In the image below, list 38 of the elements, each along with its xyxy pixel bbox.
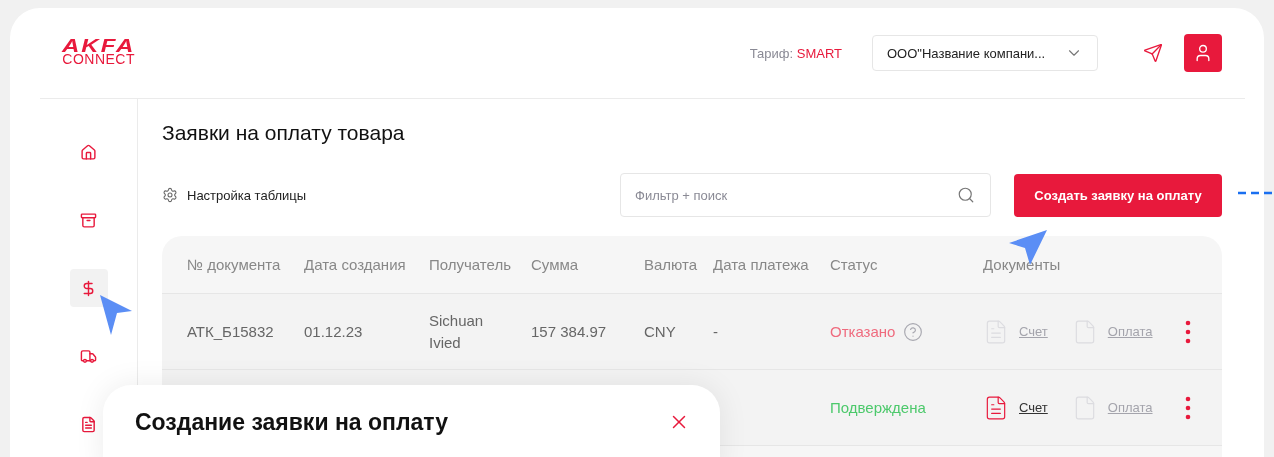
search-field[interactable]: Фильтр + поиск xyxy=(620,173,991,217)
column-header: Документы xyxy=(983,256,1062,273)
logo: AKFA CONNECT xyxy=(62,34,136,66)
column-header: Статус xyxy=(830,256,879,273)
column-header: Дата платежа xyxy=(713,256,810,273)
cursor-icon xyxy=(99,294,133,336)
column-header: Дата создания xyxy=(304,256,407,273)
truck-icon xyxy=(80,347,97,365)
document-icon xyxy=(80,415,97,433)
table-cell-text: 157 384.97 xyxy=(531,321,608,342)
column-header: Получатель xyxy=(429,256,512,273)
home-icon xyxy=(80,143,97,161)
create-request-button[interactable]: Создать заявку на оплату xyxy=(1014,173,1222,217)
modal-title: Создание заявки на оплату xyxy=(135,409,449,436)
table-cell-text: Sichuan Ivied xyxy=(429,310,485,353)
settings-icon xyxy=(162,187,178,203)
column-header: Валюта xyxy=(644,256,699,273)
company-select[interactable]: ООО"Название компани... xyxy=(872,35,1098,71)
profile-button[interactable] xyxy=(1184,34,1222,72)
more-button[interactable] xyxy=(1184,319,1191,344)
table-settings-link[interactable]: Настройка таблицы xyxy=(162,187,307,203)
column-header: Сумма xyxy=(531,256,580,273)
tariff-label: Тариф: SMART xyxy=(749,45,842,61)
document-link[interactable]: Счет xyxy=(983,394,1048,421)
dashed-connector-line xyxy=(1238,190,1274,196)
column-header: № документа xyxy=(187,256,282,273)
table-cell-text: 01.12.23 xyxy=(304,321,364,342)
paper-plane-icon xyxy=(1143,43,1163,63)
page-title: Заявки на оплату товара xyxy=(162,121,406,145)
archive-icon xyxy=(80,211,97,229)
table-cell-text: - xyxy=(713,321,719,342)
sidebar-item[interactable] xyxy=(69,269,108,307)
more-button[interactable] xyxy=(1184,395,1191,420)
table-cell-text: АТК_Б15832 xyxy=(187,321,275,342)
status-text: Подверждена xyxy=(830,399,926,416)
status-text: Отказано xyxy=(830,323,896,340)
search-icon xyxy=(957,186,975,204)
table-cell-text: CNY xyxy=(644,321,677,342)
